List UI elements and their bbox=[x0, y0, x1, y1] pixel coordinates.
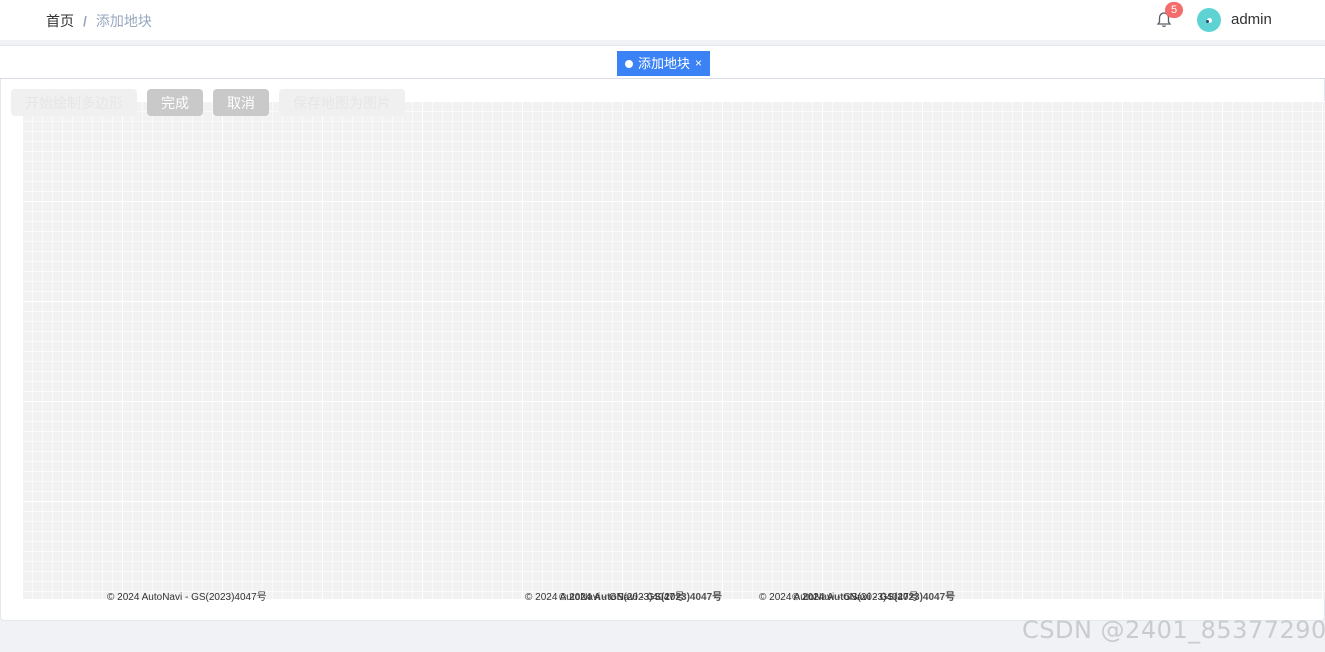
tag-add-plot[interactable]: 添加地块 × bbox=[617, 51, 711, 76]
map-copyright: © 2024 AutoNavi - GS(2023)4047号 bbox=[559, 592, 723, 603]
avatar[interactable] bbox=[1197, 8, 1221, 32]
tag-label: 添加地块 bbox=[638, 56, 691, 71]
watermark: CSDN @2401_85377290 bbox=[1022, 616, 1325, 644]
close-icon[interactable]: × bbox=[695, 51, 702, 76]
map-copyright: © 2024 AutoNavi - GS(2023)4047号 bbox=[792, 592, 956, 603]
map-copyright: © 2024 AutoNavi - GS(2023)4047号 bbox=[107, 592, 267, 603]
notification-badge: 5 bbox=[1165, 2, 1183, 18]
active-dot-icon bbox=[625, 59, 633, 68]
navbar: 首页 / 添加地块 5 admin bbox=[0, 0, 1325, 40]
finish-button[interactable]: 完成 bbox=[147, 89, 203, 116]
map-toolbar: 开始绘制多边形 完成 取消 保存地图为图片 bbox=[11, 89, 405, 116]
map-canvas[interactable]: © 2024 AutoNavi - GS(2023)4047号 © 2024 A… bbox=[22, 101, 1325, 603]
tags-view: 添加地块 × bbox=[0, 45, 1325, 79]
main-panel: © 2024 AutoNavi - GS(2023)4047号 © 2024 A… bbox=[0, 79, 1325, 621]
username[interactable]: admin bbox=[1231, 11, 1272, 28]
breadcrumb: 首页 / 添加地块 bbox=[46, 11, 152, 31]
save-map-image-button[interactable]: 保存地图为图片 bbox=[279, 89, 405, 116]
breadcrumb-current: 添加地块 bbox=[95, 13, 152, 29]
breadcrumb-separator: / bbox=[83, 13, 87, 29]
start-draw-polygon-button[interactable]: 开始绘制多边形 bbox=[11, 89, 137, 116]
cancel-button[interactable]: 取消 bbox=[213, 89, 269, 116]
avatar-pupil bbox=[1206, 20, 1209, 23]
breadcrumb-home[interactable]: 首页 bbox=[46, 11, 74, 31]
